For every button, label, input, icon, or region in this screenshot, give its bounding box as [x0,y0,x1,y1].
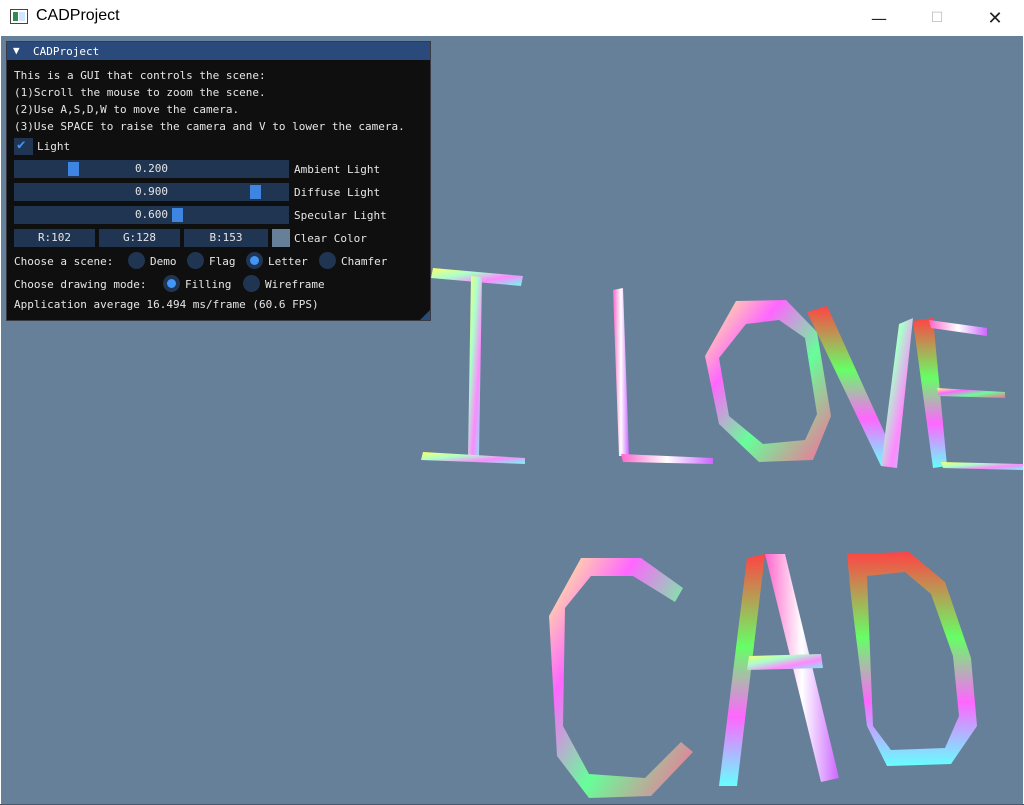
clear-color-g-field[interactable]: G:128 [99,229,180,247]
window-title-bar[interactable]: CADProject — ☐ ✕ [0,0,1024,36]
letter-l [613,288,713,464]
fps-readout: Application average 16.494 ms/frame (60.… [14,298,319,311]
light-checkbox-label: Light [37,140,71,153]
window-title: CADProject [36,7,120,24]
drawing-option-filling: Filling [185,278,232,291]
drawing-radio-filling[interactable] [163,275,180,292]
gui-title: CADProject [33,45,100,58]
close-button[interactable]: ✕ [966,0,1024,36]
scene-option-chamfer: Chamfer [341,255,388,268]
minimize-button[interactable]: — [850,0,908,36]
drawing-option-wireframe: Wireframe [265,278,325,291]
app-icon [10,9,28,24]
help-line: (3)Use SPACE to raise the camera and V t… [14,120,405,133]
letter-a [719,554,839,786]
maximize-button[interactable]: ☐ [908,0,966,36]
scene-option-letter: Letter [268,255,308,268]
letter-d [847,552,977,766]
help-line: (1)Scroll the mouse to zoom the scene. [14,86,266,99]
diffuse-light-slider[interactable]: 0.900 [14,183,289,201]
letter-c [549,558,693,798]
collapse-arrow-icon[interactable]: ▼ [13,44,20,57]
help-line: This is a GUI that controls the scene: [14,69,266,82]
scene-option-demo: Demo [150,255,177,268]
checkmark-icon: ✔ [17,137,26,153]
resize-grip[interactable] [420,310,430,320]
specular-light-slider[interactable]: 0.600 [14,206,289,224]
scene-choice-label: Choose a scene: [14,255,114,268]
scene-radio-letter[interactable] [246,252,263,269]
clear-color-label: Clear Color [294,232,367,245]
letter-o [705,300,831,462]
ambient-light-label: Ambient Light [294,163,381,176]
slider-value: 0.200 [134,162,169,175]
specular-light-label: Specular Light [294,209,387,222]
ambient-light-slider[interactable]: 0.200 [14,160,289,178]
drawing-mode-label: Choose drawing mode: [14,278,147,291]
diffuse-light-label: Diffuse Light [294,186,381,199]
close-icon: ✕ [987,7,1003,29]
clear-color-r-field[interactable]: R:102 [14,229,95,247]
clear-color-b-field[interactable]: B:153 [184,229,268,247]
help-line: (2)Use A,S,D,W to move the camera. [14,103,240,116]
drawing-radio-wireframe[interactable] [243,275,260,292]
minimize-icon: — [871,8,887,28]
slider-value: 0.600 [134,208,169,221]
slider-value: 0.900 [134,185,169,198]
scene-option-flag: Flag [209,255,236,268]
letter-i [421,268,525,464]
gui-title-bar[interactable]: ▼ CADProject [7,42,430,60]
scene-radio-chamfer[interactable] [319,252,336,269]
letter-e [913,318,1023,470]
scene-radio-flag[interactable] [187,252,204,269]
gui-panel[interactable]: ▼ CADProject This is a GUI that controls… [6,41,431,321]
scene-radio-demo[interactable] [128,252,145,269]
maximize-icon: ☐ [930,10,944,26]
light-checkbox[interactable]: ✔ [14,137,33,155]
clear-color-swatch[interactable] [272,229,290,247]
